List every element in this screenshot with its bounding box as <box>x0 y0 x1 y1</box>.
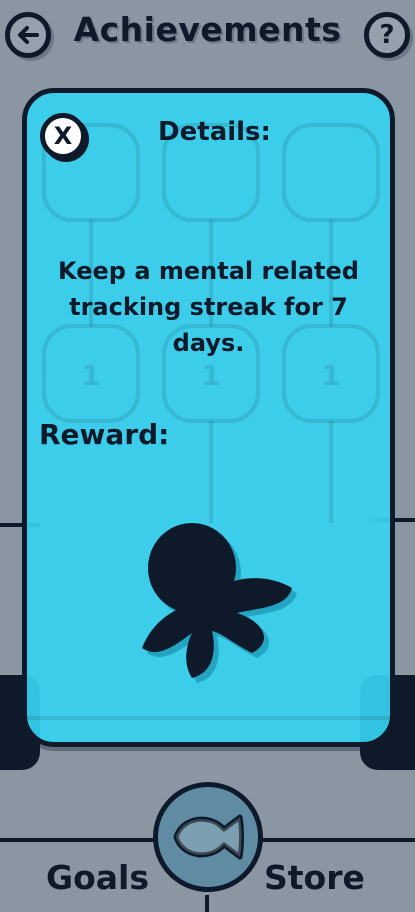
back-arrow-icon <box>18 26 39 44</box>
home-fish-button[interactable] <box>153 782 263 892</box>
goals-tab[interactable]: Goals <box>46 858 149 897</box>
node-level-3: 1 <box>321 359 340 392</box>
help-button[interactable]: ? <box>364 12 410 58</box>
page-title: Achievements <box>73 10 342 49</box>
reward-label: Reward: <box>39 418 170 451</box>
fish-icon <box>173 814 244 860</box>
achievement-description: Keep a mental related tracking streak fo… <box>58 257 359 357</box>
help-icon: ? <box>379 20 395 50</box>
modal-title: Details: <box>158 117 271 147</box>
octopus-silhouette-icon <box>142 523 297 683</box>
details-modal: 1 1 1 X Details: Keep a mental related t… <box>22 88 395 747</box>
header: Achievements ? <box>0 0 415 70</box>
back-button[interactable] <box>5 12 51 58</box>
node-level-1: 1 <box>81 359 100 392</box>
store-tab[interactable]: Store <box>264 858 365 897</box>
node-level-2: 1 <box>201 359 220 392</box>
